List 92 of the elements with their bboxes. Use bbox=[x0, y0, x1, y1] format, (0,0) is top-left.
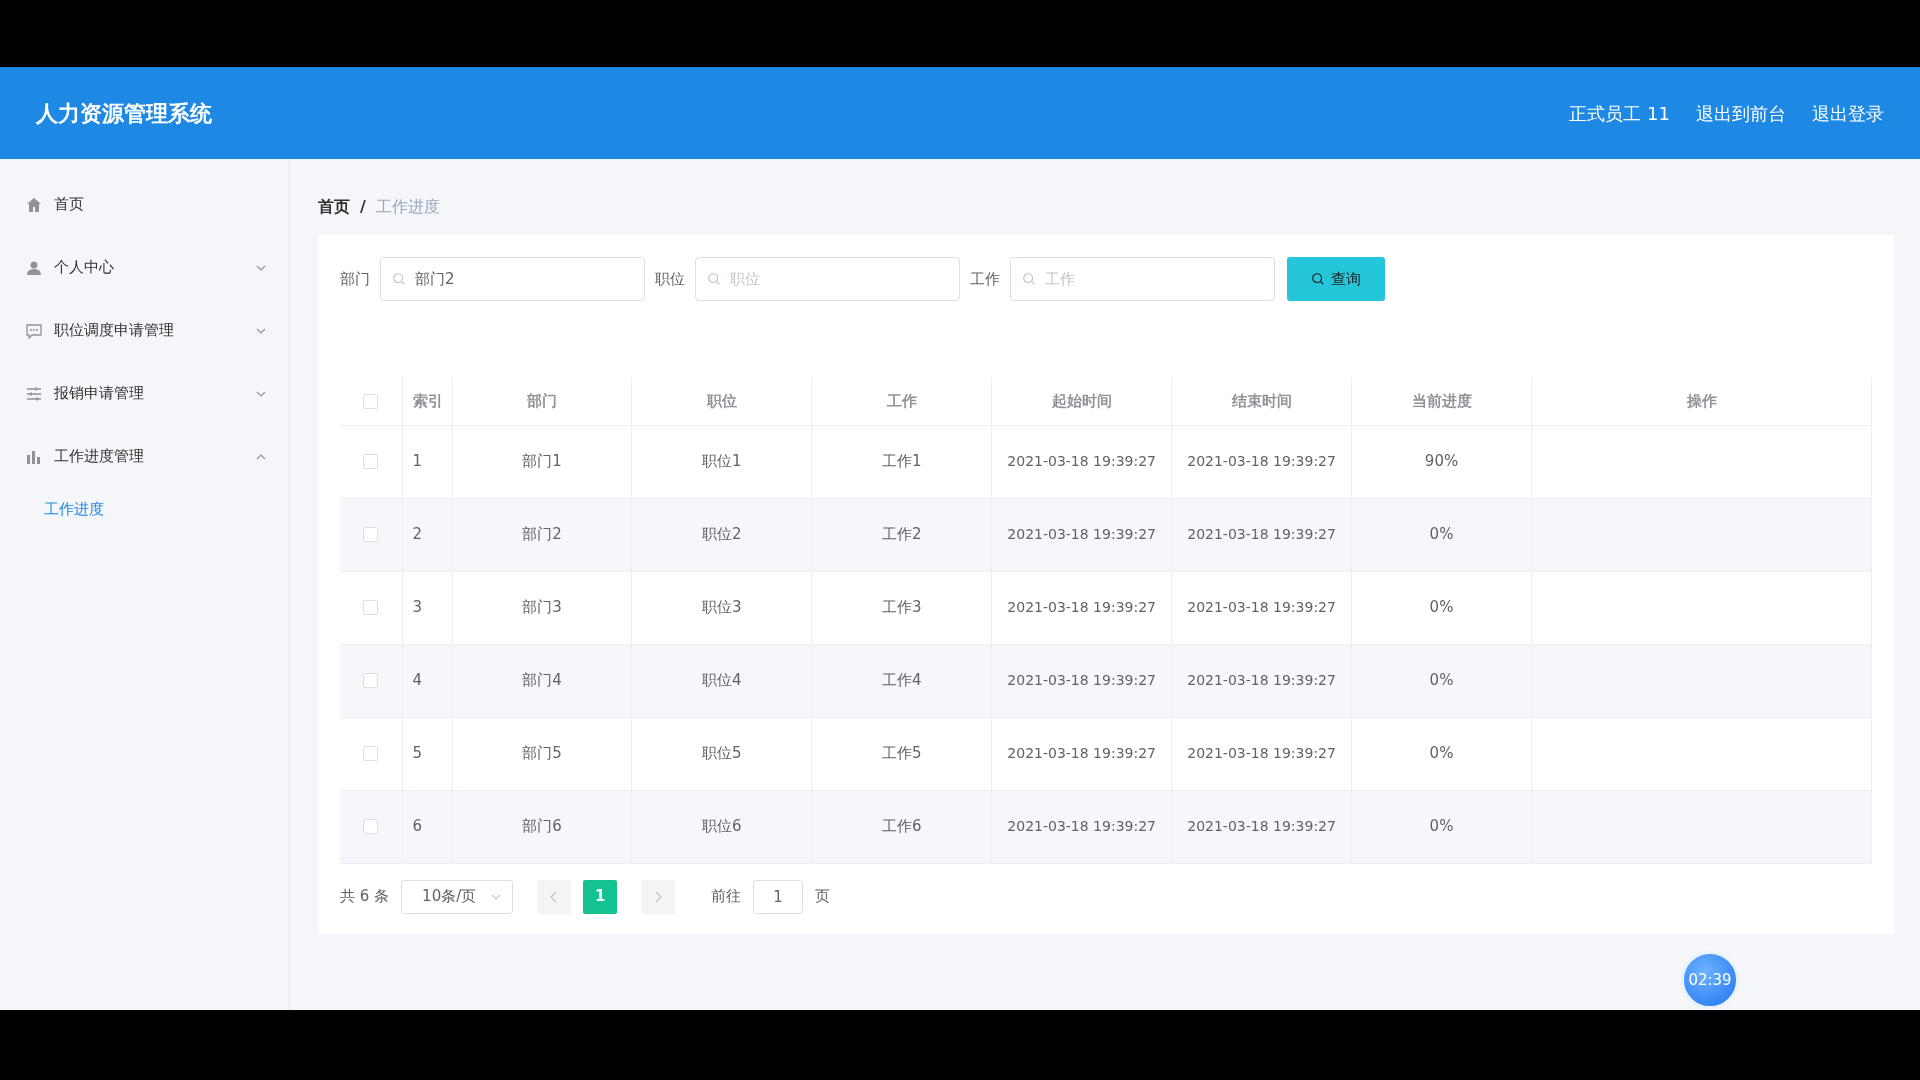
sidebar-item[interactable]: 个人中心 bbox=[0, 236, 289, 299]
sliders-icon bbox=[26, 385, 42, 402]
search-button[interactable]: 查询 bbox=[1287, 257, 1385, 301]
table-cell-text: 2021-03-18 19:39:27 bbox=[1186, 525, 1337, 544]
table-cell-text: 2021-03-18 19:39:27 bbox=[1006, 525, 1157, 544]
table-cell: 6 bbox=[412, 817, 423, 836]
table-cell: 5 bbox=[412, 744, 423, 763]
table-cell: 4 bbox=[412, 671, 423, 690]
table-cell: 部门6 bbox=[522, 817, 562, 836]
table-cell-text: 2021-03-18 19:39:27 bbox=[1186, 744, 1337, 763]
sidebar-item[interactable]: 报销申请管理 bbox=[0, 362, 289, 425]
sidebar-item[interactable]: 工作进度管理 bbox=[0, 425, 289, 488]
table-cell: 部门5 bbox=[522, 744, 562, 763]
table-cell-text: 2021-03-18 19:39:27 bbox=[1186, 452, 1337, 471]
table-cell-text: 2021-03-18 19:39:27 bbox=[1006, 452, 1157, 471]
table-cell-text: 2021-03-18 19:39:27 bbox=[1186, 671, 1337, 690]
search-icon bbox=[392, 272, 406, 286]
table-cell-text: 2021-03-18 19:39:27 bbox=[1006, 817, 1157, 836]
checkbox[interactable] bbox=[363, 527, 379, 543]
sidebar-item[interactable]: 首页 bbox=[0, 173, 289, 236]
table-cell: 0% bbox=[1429, 744, 1454, 763]
table-cell-text: 2021-03-18 19:39:27 bbox=[1186, 598, 1337, 617]
column-header: 操作 bbox=[1531, 377, 1872, 425]
checkbox[interactable] bbox=[363, 819, 379, 835]
page-input[interactable]: 1 bbox=[753, 879, 804, 914]
search-icon bbox=[707, 272, 721, 286]
table-cell: 3 bbox=[412, 598, 423, 617]
table-cell: 工作2 bbox=[882, 525, 922, 544]
header-link[interactable]: 正式员工 11 bbox=[1569, 99, 1670, 127]
checkbox[interactable] bbox=[363, 393, 379, 409]
bar-chart-icon bbox=[26, 448, 42, 465]
header-link[interactable]: 退出到前台 bbox=[1696, 99, 1786, 127]
table-cell: 职位3 bbox=[702, 598, 742, 617]
breadcrumb-item[interactable]: 首页 bbox=[318, 195, 350, 219]
table-cell: 工作5 bbox=[882, 744, 922, 763]
table-cell: 0% bbox=[1429, 817, 1454, 836]
table-cell: 职位6 bbox=[702, 817, 742, 836]
table-cell: 2 bbox=[412, 525, 423, 544]
search-field[interactable]: 部门2 bbox=[380, 257, 645, 301]
user-icon bbox=[26, 259, 42, 276]
field-label: 工作 bbox=[970, 268, 1000, 290]
column-header: 索引 bbox=[402, 377, 452, 425]
column-header: 工作 bbox=[811, 377, 992, 425]
table-cell: 部门1 bbox=[522, 452, 562, 471]
chat-icon bbox=[26, 322, 42, 339]
app-title: 人力资源管理系统 bbox=[36, 99, 212, 128]
column-header: 起始时间 bbox=[991, 377, 1172, 425]
table-cell: 0% bbox=[1429, 525, 1454, 544]
table-cell: 部门2 bbox=[522, 525, 562, 544]
breadcrumb-separator: / bbox=[360, 196, 366, 218]
search-field[interactable]: 职位 bbox=[695, 257, 960, 301]
sidebar-subitem[interactable]: 工作进度 bbox=[0, 488, 289, 531]
column-header: 职位 bbox=[631, 377, 812, 425]
table-cell-text: 2021-03-18 19:39:27 bbox=[1186, 817, 1337, 836]
sidebar-item[interactable]: 职位调度申请管理 bbox=[0, 299, 289, 362]
table-cell-text: 2021-03-18 19:39:27 bbox=[1006, 598, 1157, 617]
table-cell: 职位2 bbox=[702, 525, 742, 544]
column-header: 当前进度 bbox=[1351, 377, 1532, 425]
checkbox[interactable] bbox=[363, 673, 379, 689]
table-cell: 职位4 bbox=[702, 671, 742, 690]
breadcrumb-item: 工作进度 bbox=[375, 196, 440, 218]
table-cell: 部门4 bbox=[522, 671, 562, 690]
table-cell: 0% bbox=[1429, 598, 1454, 617]
checkbox[interactable] bbox=[363, 600, 379, 616]
home-icon bbox=[26, 196, 42, 213]
chevron-right-icon bbox=[653, 890, 664, 903]
field-label: 部门 bbox=[340, 268, 370, 290]
goto-suffix: 页 bbox=[815, 886, 831, 908]
table-cell: 工作4 bbox=[882, 671, 922, 690]
table-cell: 职位5 bbox=[702, 744, 742, 763]
table-cell: 90% bbox=[1424, 452, 1459, 471]
total-count: 共 6 条 bbox=[340, 886, 390, 908]
checkbox[interactable] bbox=[363, 746, 379, 762]
table-cell-text: 2021-03-18 19:39:27 bbox=[1006, 671, 1157, 690]
table-cell: 工作6 bbox=[882, 817, 922, 836]
table-cell-text: 2021-03-18 19:39:27 bbox=[1006, 744, 1157, 763]
search-icon bbox=[1311, 272, 1325, 286]
column-header: 部门 bbox=[452, 377, 632, 425]
table-cell: 0% bbox=[1429, 671, 1454, 690]
column-header: 结束时间 bbox=[1171, 377, 1352, 425]
table-cell: 工作3 bbox=[882, 598, 922, 617]
page-size-select[interactable]: 10条/页 bbox=[401, 879, 514, 914]
goto-label: 前往 bbox=[711, 886, 742, 908]
checkbox[interactable] bbox=[363, 454, 379, 470]
table-cell: 部门3 bbox=[522, 598, 562, 617]
search-field[interactable]: 工作 bbox=[1010, 257, 1275, 301]
search-icon bbox=[1022, 272, 1036, 286]
field-label: 职位 bbox=[655, 268, 685, 290]
table-cell: 工作1 bbox=[882, 452, 922, 471]
table-cell: 职位1 bbox=[702, 452, 742, 471]
table-cell: 1 bbox=[412, 452, 423, 471]
header-link[interactable]: 退出登录 bbox=[1812, 99, 1884, 127]
